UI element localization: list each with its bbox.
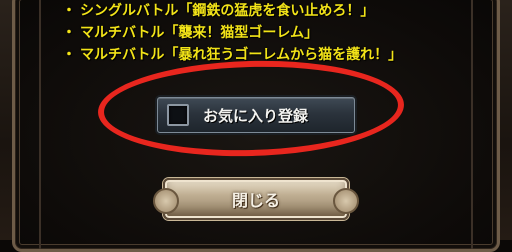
close-button-label: 閉じる xyxy=(231,191,280,210)
close-button[interactable]: 閉じる xyxy=(153,178,359,220)
battle-name: マルチバトル「襲来！猫型ゴーレム」 xyxy=(80,25,319,41)
battle-list-item: ・シングルバトル「鋼鉄の猛虎を食い止めろ！」 xyxy=(62,3,375,19)
battle-list-item: ・マルチバトル「襲来！猫型ゴーレム」 xyxy=(62,25,319,41)
panel-divider-right xyxy=(471,0,473,249)
battle-name: シングルバトル「鋼鉄の猛虎を食い止めろ！」 xyxy=(80,3,375,19)
panel-divider-left xyxy=(39,0,41,249)
battle-list: ・シングルバトル「鋼鉄の猛虎を食い止めろ！」 ・マルチバトル「襲来！猫型ゴーレム… xyxy=(62,0,402,66)
